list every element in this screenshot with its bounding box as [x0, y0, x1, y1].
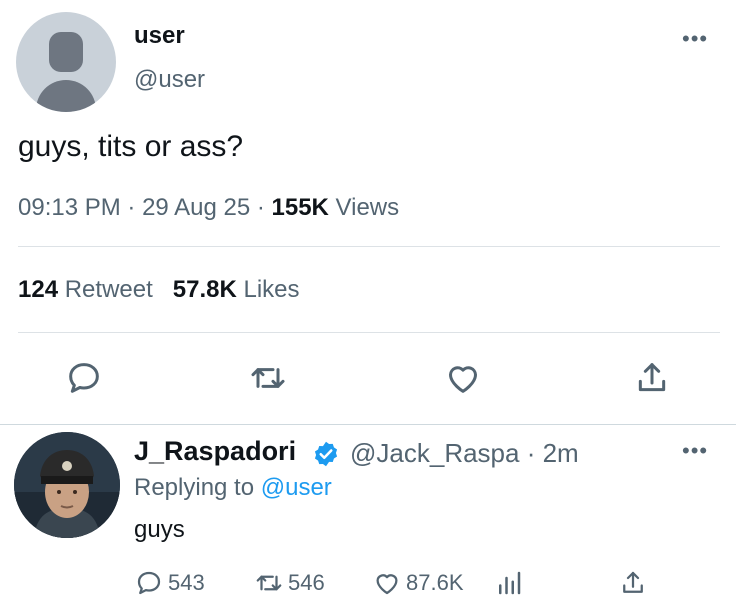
likes-count[interactable]: 57.8K — [173, 276, 237, 303]
views-label: Views — [328, 194, 400, 221]
divider — [18, 332, 720, 333]
retweets-label[interactable]: Retweet — [58, 276, 153, 303]
reply-share-button[interactable] — [618, 566, 652, 600]
tweet-meta: 09:13 PM · 29 Aug 25 · 155K Views — [18, 194, 399, 222]
retweet-icon — [251, 368, 285, 388]
retweet-icon — [256, 575, 282, 591]
divider — [0, 424, 736, 425]
tweet-stats: 124 Retweet 57.8K Likes — [18, 276, 300, 304]
author-display-name[interactable]: user — [134, 22, 185, 50]
likes-label[interactable]: Likes — [237, 276, 299, 303]
reply-author-display-name[interactable]: J_Raspadori — [134, 436, 296, 467]
views-count: 155K — [271, 194, 329, 221]
retweet-button[interactable] — [248, 358, 288, 398]
tweet-date[interactable]: 29 Aug 25 — [142, 194, 250, 221]
replying-prefix: Replying to — [134, 474, 261, 501]
reply-retweets-count: 546 — [288, 570, 325, 595]
tweet-text: guys, tits or ass? — [18, 130, 244, 163]
reply-replies-count: 543 — [168, 570, 205, 595]
share-icon — [638, 363, 666, 392]
tweet-time[interactable]: 09:13 PM — [18, 194, 121, 221]
like-icon — [376, 574, 398, 595]
retweets-count[interactable]: 124 — [18, 276, 58, 303]
avatar-photo-image — [14, 432, 120, 538]
more-options-icon[interactable]: ••• — [682, 440, 708, 462]
avatar[interactable] — [16, 12, 116, 112]
like-button[interactable] — [443, 358, 483, 398]
avatar[interactable] — [14, 432, 120, 538]
reply-likes-count: 87.6K — [406, 570, 464, 595]
reply-like-button[interactable]: 87.6K — [372, 566, 464, 600]
reply-text: guys — [134, 516, 185, 543]
analytics-icon — [499, 571, 521, 595]
reply-retweet-button[interactable]: 546 — [254, 566, 325, 600]
author-handle[interactable]: @user — [134, 66, 205, 94]
avatar-head-shape — [49, 32, 83, 72]
meta-separator: · — [120, 194, 143, 221]
verified-badge-icon — [314, 441, 338, 467]
reply-analytics-button[interactable] — [494, 566, 528, 600]
divider — [18, 246, 720, 247]
reply-button[interactable] — [64, 358, 104, 398]
replying-mention-link[interactable]: @user — [261, 474, 332, 501]
reply-reply-button[interactable]: 543 — [134, 566, 205, 600]
share-icon — [623, 571, 643, 593]
share-button[interactable] — [632, 358, 672, 398]
more-options-icon[interactable]: ••• — [682, 28, 708, 50]
reply-icon — [69, 363, 99, 393]
reply-icon — [137, 571, 161, 595]
avatar-body-shape — [36, 80, 96, 112]
like-icon — [449, 366, 477, 393]
main-tweet: user @user ••• guys, tits or ass? 09:13 … — [0, 0, 736, 425]
reply-handle-time[interactable]: @Jack_Raspa · 2m — [350, 438, 579, 469]
replying-to: Replying to @user — [134, 474, 332, 502]
meta-separator: · — [250, 194, 272, 221]
